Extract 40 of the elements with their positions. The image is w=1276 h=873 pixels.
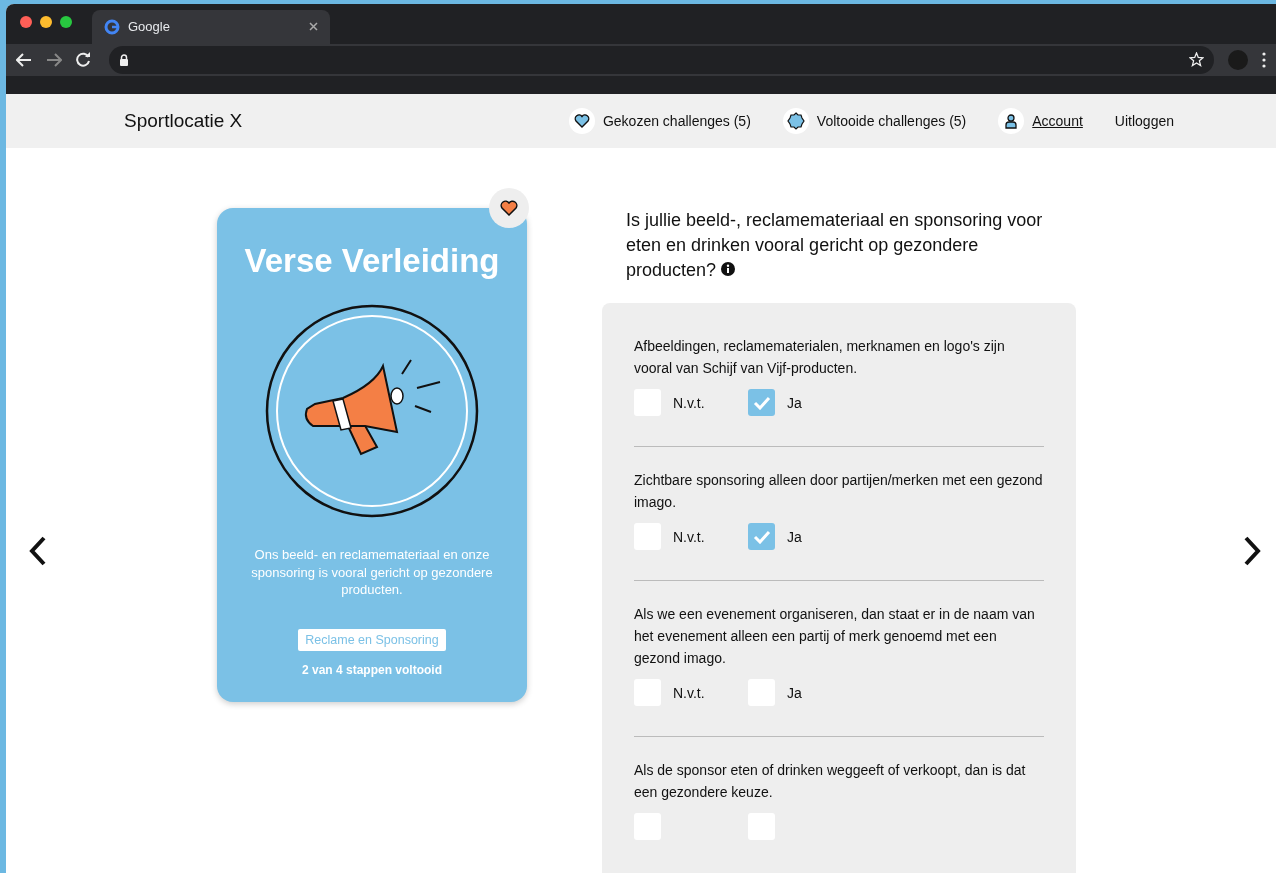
option-label: Ja [787,684,802,701]
browser-tab[interactable]: Google [92,9,330,44]
minimize-window-icon[interactable] [40,15,52,28]
checkmark-icon [752,395,771,410]
star-icon[interactable] [1189,52,1204,68]
site-brand[interactable]: Sportlocatie X [124,110,569,132]
maximize-window-icon[interactable] [60,15,72,28]
option-label: N.v.t. [673,684,705,701]
checkbox[interactable] [748,523,775,550]
card-title: Verse Verleiding [244,242,500,280]
badge-icon [782,108,809,134]
info-icon[interactable] [721,262,736,276]
option-label: Ja [787,528,802,545]
option-label: N.v.t. [673,528,705,545]
statement-text: Zichtbare sponsoring alleen door partijen/merken met een gezond imago. [634,471,1044,512]
tab-title: Google [128,19,171,35]
checkbox[interactable] [748,389,775,416]
forward-icon[interactable] [46,52,62,67]
card-description: Ons beeld- en reclamemateriaal en onze sponsoring is vooral gericht op gezondere producten. [250,546,494,599]
close-icon[interactable] [309,22,318,32]
nav-link[interactable]: Voltooide challenges (5) [782,108,967,134]
menu-icon[interactable] [1262,51,1266,68]
reload-icon[interactable] [76,52,91,68]
favorite-button[interactable] [489,188,529,228]
user-icon [998,108,1025,134]
option-label: Ja [787,394,802,411]
statement-text: Als de sponsor eten of drinken weggeeft of verkoopt, dan is dat een gezondere keuze. [634,761,1027,802]
lock-icon [119,53,129,66]
nav-link[interactable]: Account [998,108,1083,134]
option-label: N.v.t. [673,394,705,411]
close-window-icon[interactable] [20,15,32,28]
checkmark-icon [752,529,771,544]
nav-link[interactable]: Gekozen challenges (5) [568,108,751,134]
question-text: Is jullie beeld-, reclamemateriaal en sponsoring voor eten en drinken vooral gericht op gezondere producten? [626,209,1044,282]
statement-text: Als we een evenement organiseren, dan staat er in de naam van het evenement alleen een partij of merk genoemd met een gezond imago. [634,605,1036,668]
back-icon[interactable] [16,52,32,67]
google-logo-icon [104,18,120,35]
nav-link[interactable]: Uitloggen [1114,113,1174,129]
progress-text: 2 van 4 stappen voltooid [302,662,442,677]
statement-text: Afbeeldingen, reclamematerialen, merknamen en logo's zijn vooral van Schijf van Vijf-producten. [634,337,1006,378]
